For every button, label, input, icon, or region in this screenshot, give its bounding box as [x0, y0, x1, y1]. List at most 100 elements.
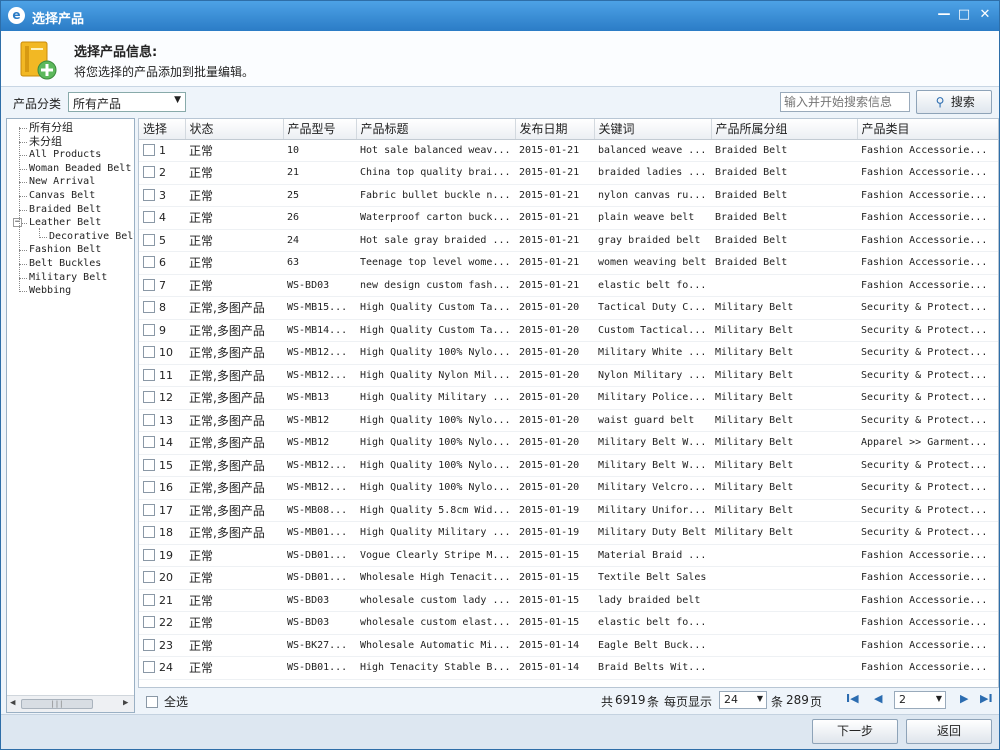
row-checkbox[interactable]	[143, 413, 155, 426]
table-cell: plain weave belt	[594, 206, 711, 230]
table-row[interactable]: 3 正常 25 Fabric bullet buckle n... 2015-01-21…	[139, 184, 998, 207]
search-input[interactable]	[780, 92, 910, 112]
row-checkbox[interactable]	[143, 368, 155, 381]
row-checkbox[interactable]	[143, 458, 155, 471]
select-cell: 9	[139, 319, 185, 342]
tree-item[interactable]: Military Belt	[29, 271, 107, 284]
per-page-select[interactable]: 24 ▼	[719, 691, 767, 709]
scrollbar-thumb[interactable]: |||	[21, 699, 93, 709]
tree-item[interactable]: Woman Beaded Belt	[29, 162, 131, 175]
select-all-checkbox[interactable]	[146, 696, 158, 708]
row-checkbox[interactable]	[143, 593, 155, 606]
table-cell: WS-BD03	[283, 274, 356, 297]
table-row[interactable]: 22 正常 WS-BD03 wholesale custom elast... 2015…	[139, 611, 998, 635]
table-row[interactable]: 11 正常,多图产品 WS-MB12... High Quality Nylon Mi…	[139, 364, 998, 387]
back-button[interactable]: 返回	[906, 719, 992, 744]
minimize-button[interactable]: —	[933, 6, 955, 24]
table-cell: 正常	[185, 589, 283, 612]
row-checkbox[interactable]	[143, 233, 155, 246]
row-checkbox[interactable]	[143, 526, 155, 539]
table-row[interactable]: 7 正常 WS-BD03 new design custom fash... 2015-…	[139, 274, 998, 297]
column-header[interactable]: 产品标题	[356, 119, 516, 140]
last-page-button[interactable]: ▶I	[980, 692, 993, 705]
column-header[interactable]: 状态	[185, 119, 284, 140]
table-row[interactable]: 17 正常,多图产品 WS-MB08... High Quality 5.8cm Wi…	[139, 499, 998, 522]
tree-item[interactable]: 所有分组	[29, 121, 73, 134]
tree-item[interactable]: 未分组	[29, 135, 62, 148]
table-row[interactable]: 6 正常 63 Teenage top level wome... 2015-01-21…	[139, 251, 998, 275]
table-row[interactable]: 4 正常 26 Waterproof carton buck... 2015-01-21…	[139, 206, 998, 230]
tree-item[interactable]: Braided Belt	[29, 203, 101, 216]
row-checkbox[interactable]	[143, 503, 155, 516]
table-cell: Braided Belt	[711, 184, 857, 207]
row-checkbox[interactable]	[143, 616, 155, 629]
row-checkbox[interactable]	[143, 391, 155, 404]
row-checkbox[interactable]	[143, 211, 155, 224]
row-checkbox[interactable]	[143, 661, 155, 674]
table-row[interactable]: 14 正常,多图产品 WS-MB12 High Quality 100% Nylo..…	[139, 431, 998, 455]
table-row[interactable]: 20 正常 WS-DB01... Wholesale High Tenacit... 2…	[139, 566, 998, 590]
tree-item[interactable]: Webbing	[29, 284, 71, 297]
table-row[interactable]: 10 正常,多图产品 WS-MB12... High Quality 100% Nyl…	[139, 341, 998, 365]
table-row[interactable]: 18 正常,多图产品 WS-MB01... High Quality Military…	[139, 521, 998, 545]
column-header[interactable]: 产品型号	[283, 119, 357, 140]
row-checkbox[interactable]	[143, 323, 155, 336]
table-cell: 正常,多图产品	[185, 454, 283, 477]
column-header[interactable]: 选择	[139, 119, 186, 140]
table-row[interactable]: 19 正常 WS-DB01... Vogue Clearly Stripe M... 2…	[139, 544, 998, 567]
column-header[interactable]: 产品类目	[857, 119, 998, 140]
row-checkbox[interactable]	[143, 256, 155, 269]
tree-item[interactable]: New Arrival	[29, 175, 95, 188]
tree-item[interactable]: Decorative Belt	[49, 230, 134, 243]
table-row[interactable]: 2 正常 21 China top quality brai... 2015-01-21…	[139, 161, 998, 185]
column-header[interactable]: 发布日期	[515, 119, 595, 140]
tree-item[interactable]: Fashion Belt	[29, 243, 101, 256]
table-cell: Fashion Accessorie...	[857, 611, 998, 635]
table-row[interactable]: 16 正常,多图产品 WS-MB12... High Quality 100% Nyl…	[139, 476, 998, 500]
title-bar[interactable]: e 选择产品 — □ ✕	[1, 1, 999, 31]
row-checkbox[interactable]	[143, 143, 155, 156]
row-checkbox[interactable]	[143, 278, 155, 291]
select-all[interactable]: 全选	[146, 693, 188, 710]
page-select[interactable]: 2 ▼	[894, 691, 946, 709]
table-row[interactable]: 13 正常,多图产品 WS-MB12 High Quality 100% Nylo..…	[139, 409, 998, 432]
row-checkbox[interactable]	[143, 436, 155, 449]
table-row[interactable]: 23 正常 WS-BK27... Wholesale Automatic Mi... 2…	[139, 634, 998, 657]
category-select[interactable]: 所有产品 ▼	[68, 92, 186, 112]
table-row[interactable]: 21 正常 WS-BD03 wholesale custom lady ... 2015…	[139, 589, 998, 612]
row-number: 6	[159, 256, 166, 270]
prev-page-button[interactable]: ◀	[874, 692, 882, 705]
row-checkbox[interactable]	[143, 166, 155, 179]
table-row[interactable]: 15 正常,多图产品 WS-MB12... High Quality 100% Nyl…	[139, 454, 998, 477]
row-checkbox[interactable]	[143, 188, 155, 201]
row-checkbox[interactable]	[143, 301, 155, 314]
table-row[interactable]: 9 正常,多图产品 WS-MB14... High Quality Custom Ta…	[139, 319, 998, 342]
row-checkbox[interactable]	[143, 571, 155, 584]
row-checkbox[interactable]	[143, 548, 155, 561]
table-row[interactable]: 12 正常,多图产品 WS-MB13 High Quality Military ..…	[139, 386, 998, 410]
category-value: 所有产品	[73, 97, 122, 111]
row-checkbox[interactable]	[143, 346, 155, 359]
table-row[interactable]: 5 正常 24 Hot sale gray braided ... 2015-01-21…	[139, 229, 998, 252]
tree-horizontal-scrollbar[interactable]: ◀ ||| ▶	[7, 695, 134, 712]
search-button[interactable]: ⚲ 搜索	[916, 90, 992, 114]
scroll-left-icon[interactable]: ◀	[10, 698, 15, 708]
tree-collapse-icon[interactable]: −	[13, 218, 22, 228]
tree-item[interactable]: Canvas Belt	[29, 189, 95, 202]
next-step-button[interactable]: 下一步	[812, 719, 898, 744]
select-cell: 21	[139, 589, 185, 612]
column-header[interactable]: 产品所属分组	[711, 119, 858, 140]
maximize-button[interactable]: □	[953, 6, 975, 24]
table-row[interactable]: 8 正常,多图产品 WS-MB15... High Quality Custom Ta…	[139, 296, 998, 320]
next-page-button[interactable]: ▶	[960, 692, 968, 705]
table-row[interactable]: 1 正常 10 Hot sale balanced weav... 2015-01-21…	[139, 139, 998, 162]
close-button[interactable]: ✕	[974, 6, 996, 24]
first-page-button[interactable]: I◀	[846, 692, 859, 705]
table-row[interactable]: 24 正常 WS-DB01... High Tenacity Stable B... 2…	[139, 656, 998, 680]
tree-item[interactable]: Belt Buckles	[29, 257, 101, 270]
tree-item[interactable]: All Products	[29, 148, 101, 161]
row-checkbox[interactable]	[143, 638, 155, 651]
row-checkbox[interactable]	[143, 481, 155, 494]
column-header[interactable]: 关键词	[594, 119, 712, 140]
scroll-right-icon[interactable]: ▶	[123, 698, 128, 708]
